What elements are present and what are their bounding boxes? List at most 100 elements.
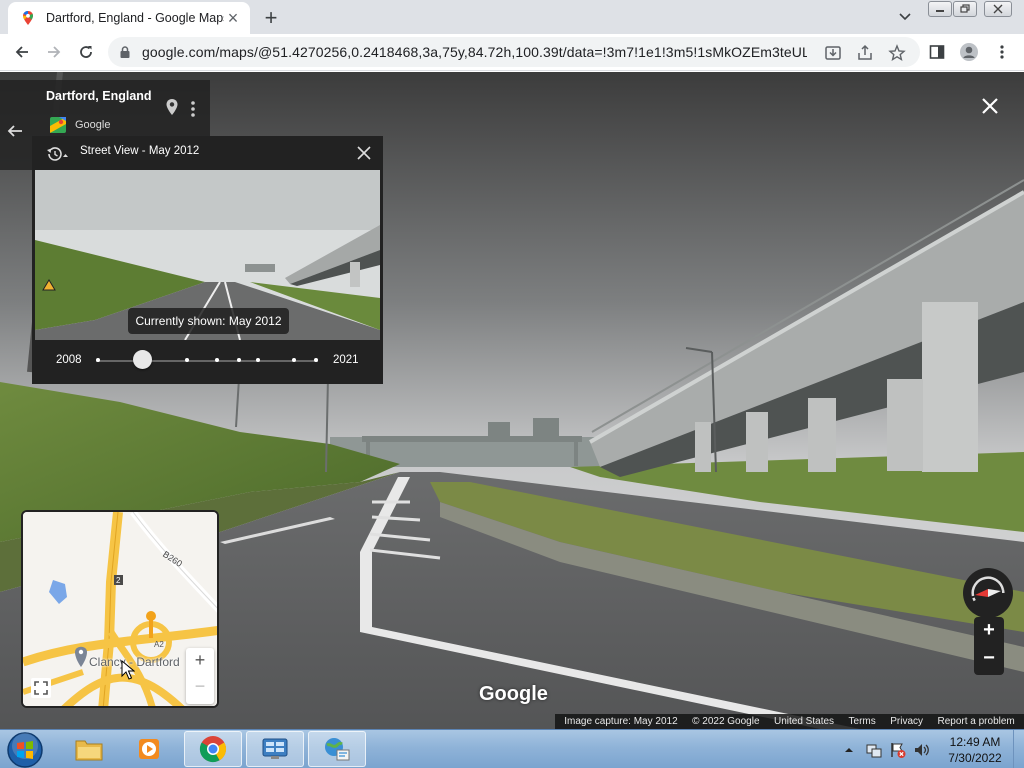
imagery-source: Google (75, 119, 111, 131)
compass-icon (971, 576, 1005, 610)
time-machine-title: Street View - May 2012 (80, 145, 200, 157)
expand-icon (34, 681, 48, 695)
zoom-in-button[interactable]: + (974, 619, 1004, 645)
time-machine-header: Street View - May 2012 (32, 136, 383, 170)
timeline-track[interactable] (96, 360, 318, 362)
taskbar-chrome[interactable] (184, 731, 242, 767)
close-street-view-icon[interactable] (980, 96, 1000, 116)
minimize-button[interactable] (928, 1, 952, 17)
action-center-flag-icon[interactable] (889, 741, 907, 759)
terms-link[interactable]: Terms (849, 716, 876, 727)
kebab-menu-icon (1000, 45, 1004, 59)
currently-shown-tooltip: Currently shown: May 2012 (128, 308, 289, 334)
minimap-zoom-controls: + − (186, 648, 214, 704)
forward-arrow-icon (48, 46, 61, 58)
new-tab-button[interactable]: + (260, 5, 282, 31)
restore-icon (960, 4, 970, 13)
chrome-icon (199, 736, 227, 763)
road-label-2: 2 (116, 576, 121, 585)
close-window-icon (993, 4, 1003, 14)
road-label-a2: A2 (154, 640, 164, 649)
compass-button[interactable] (963, 568, 1013, 618)
back-arrow-icon (7, 125, 22, 137)
system-clock[interactable]: 12:49 AM 7/30/2022 (945, 734, 1005, 766)
copyright: © 2022 Google (692, 716, 760, 727)
timeline-dot[interactable] (256, 358, 260, 362)
back-button[interactable] (12, 42, 32, 62)
image-capture-date: Image capture: May 2012 (564, 716, 678, 727)
media-player-icon (139, 739, 159, 759)
network-globe-icon (325, 738, 350, 761)
timeline-slider-handle[interactable] (133, 350, 152, 369)
url-text: google.com/maps/@51.4270256,0.2418468,3a… (142, 44, 807, 60)
show-hidden-icons-icon[interactable] (843, 744, 855, 756)
minimap-zoom-in-button[interactable]: + (186, 650, 214, 674)
attribution-footer: Image capture: May 2012 © 2022 Google Un… (555, 714, 1024, 729)
minimap-zoom-out-button[interactable]: − (186, 676, 214, 700)
zoom-controls: + − (974, 617, 1004, 675)
timeline-dot[interactable] (215, 358, 219, 362)
google-maps-logo-icon (50, 117, 66, 133)
history-clock-icon[interactable] (45, 146, 69, 162)
lock-icon (120, 46, 130, 58)
street-view-viewport[interactable]: Dartford, England Google Street View - M… (0, 72, 1024, 729)
region-link[interactable]: United States (774, 716, 834, 727)
network-tray-icon[interactable] (865, 741, 883, 759)
time-machine-preview[interactable]: Currently shown: May 2012 (35, 170, 380, 340)
place-name: Dartford, England (46, 89, 152, 103)
minimap-expand-button[interactable] (31, 678, 51, 698)
profile-button[interactable] (959, 42, 979, 62)
mouse-cursor-icon (121, 660, 135, 680)
folder-icon (75, 740, 103, 761)
taskbar-network-app[interactable] (308, 731, 366, 767)
share-icon[interactable] (856, 44, 874, 62)
back-to-map-panel[interactable] (0, 80, 32, 170)
reload-button[interactable] (76, 42, 96, 62)
tab-close-icon[interactable]: × (224, 8, 242, 29)
side-panel-icon (929, 45, 945, 59)
timeline-dot[interactable] (96, 358, 100, 362)
volume-icon[interactable] (913, 741, 931, 759)
taskbar-control-panel[interactable] (246, 731, 304, 767)
minimap[interactable]: B260 2 A2 Clancy - Dartford + − (21, 510, 219, 708)
tab-title: Dartford, England - Google Maps (46, 11, 224, 25)
privacy-link[interactable]: Privacy (890, 716, 923, 727)
timeline-dot[interactable] (185, 358, 189, 362)
tab-google-maps[interactable]: Dartford, England - Google Maps × (8, 2, 250, 34)
timeline-dot[interactable] (314, 358, 318, 362)
profile-avatar-icon (960, 43, 978, 61)
show-desktop-button[interactable] (1013, 730, 1024, 768)
timeline-end-year: 2021 (333, 354, 359, 366)
timeline-dot[interactable] (237, 358, 241, 362)
reload-icon (80, 46, 92, 58)
close-window-button[interactable] (984, 1, 1012, 17)
zoom-out-button[interactable]: − (974, 647, 1004, 673)
back-arrow-icon (15, 46, 28, 58)
start-button-icon[interactable] (6, 731, 44, 768)
clock-date: 7/30/2022 (948, 751, 1002, 765)
time-machine-panel: Street View - May 2012 Currently shown: … (32, 136, 383, 384)
clock-time: 12:49 AM (949, 735, 1001, 749)
google-maps-favicon-icon (23, 11, 33, 25)
location-pin-icon[interactable] (165, 98, 179, 116)
close-time-machine-icon[interactable] (356, 145, 372, 161)
tab-search-chevron-icon[interactable] (897, 8, 913, 24)
forward-button[interactable] (44, 42, 64, 62)
bookmark-star-icon[interactable] (888, 44, 906, 62)
chrome-menu-button[interactable] (992, 42, 1012, 62)
install-app-icon[interactable] (824, 44, 842, 62)
minimize-icon (936, 10, 944, 12)
report-problem-link[interactable]: Report a problem (937, 716, 1014, 727)
address-bar[interactable]: google.com/maps/@51.4270256,0.2418468,3a… (108, 37, 920, 67)
street-view-header: Dartford, England Google (32, 80, 210, 136)
side-panel-button[interactable] (927, 42, 947, 62)
windows-taskbar: 12:49 AM 7/30/2022 (0, 729, 1024, 768)
more-options-icon[interactable] (189, 100, 197, 118)
timeline-start-year: 2008 (56, 354, 82, 366)
browser-tab-bar: Dartford, England - Google Maps × + (0, 0, 1024, 34)
taskbar-file-explorer[interactable] (60, 731, 118, 767)
timeline-dot[interactable] (292, 358, 296, 362)
restore-button[interactable] (953, 1, 977, 17)
taskbar-media-player[interactable] (120, 731, 178, 767)
system-tray (843, 730, 931, 768)
